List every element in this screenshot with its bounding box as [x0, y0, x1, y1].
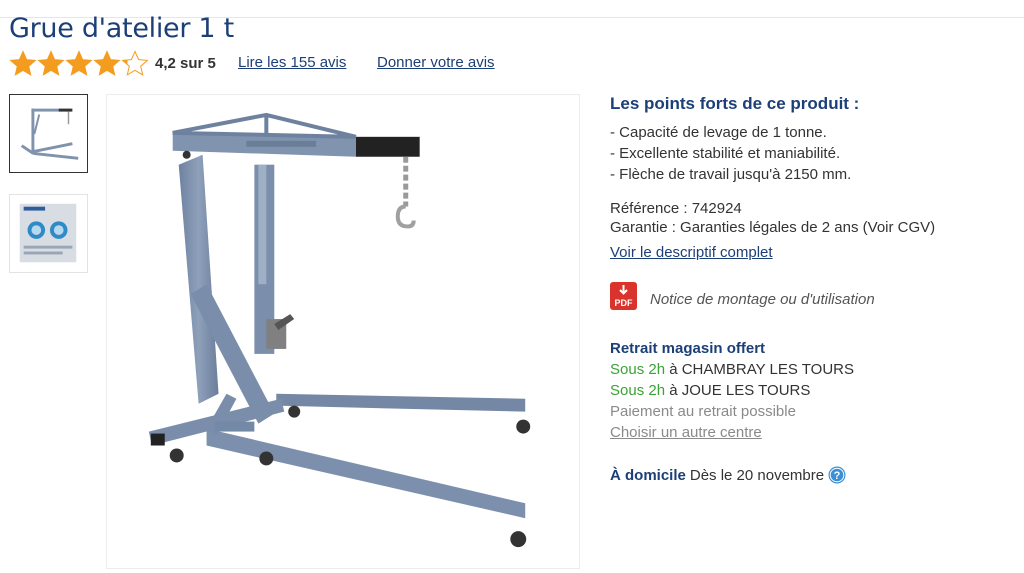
store-name: à CHAMBRAY LES TOURS — [669, 361, 855, 378]
workshop-crane-illustration — [148, 112, 531, 548]
product-warranty: Garantie : Garanties légales de 2 ans (V… — [610, 219, 936, 236]
star-icon — [65, 50, 93, 76]
star-icon — [9, 50, 37, 76]
payment-on-pickup: Paiement au retrait possible — [610, 403, 796, 420]
store-availability: Sous 2h à CHAMBRAY LES TOURS — [610, 361, 854, 378]
svg-text:?: ? — [834, 470, 841, 482]
choose-other-store-link[interactable]: Choisir un autre centre — [610, 424, 762, 441]
product-title: Grue d'atelier 1 t — [9, 13, 234, 44]
strength-item: - Capacité de levage de 1 tonne. — [610, 124, 827, 141]
full-description-link[interactable]: Voir le descriptif complet — [610, 244, 773, 261]
pdf-icon-label: PDF — [615, 298, 634, 308]
strengths-title: Les points forts de ce produit : — [610, 94, 860, 113]
strength-item: - Excellente stabilité et maniabilité. — [610, 145, 841, 162]
strength-item: - Flèche de travail jusqu'à 2150 mm. — [610, 166, 852, 183]
manual-thumbnail-image — [19, 203, 77, 263]
home-delivery-label: À domicile — [610, 466, 686, 484]
rating-summary: 4,2 sur 5 — [9, 50, 216, 76]
store-pickup-title: Retrait magasin offert — [610, 340, 766, 357]
rating-stars — [9, 50, 149, 76]
assembly-notice-link[interactable]: Notice de montage ou d'utilisation — [650, 291, 875, 308]
read-reviews-link[interactable]: Lire les 155 avis — [238, 54, 346, 71]
main-product-image[interactable] — [106, 94, 580, 569]
pickup-delay: Sous 2h — [610, 361, 666, 378]
thumbnail-crane[interactable] — [9, 94, 88, 173]
star-icon — [93, 50, 121, 76]
product-reference: Référence : 742924 — [610, 200, 742, 217]
help-icon[interactable]: ? — [828, 466, 846, 484]
home-delivery-date: Dès le 20 novembre — [689, 466, 825, 484]
thumbnail-manual[interactable] — [9, 194, 88, 273]
pdf-icon[interactable]: PDF — [610, 282, 637, 310]
store-name: à JOUE LES TOURS — [669, 382, 811, 399]
star-icon — [37, 50, 65, 76]
home-delivery: À domicile Dès le 20 novembre ? — [610, 466, 846, 484]
pickup-delay: Sous 2h — [610, 382, 666, 399]
star-icon — [121, 50, 149, 76]
store-availability: Sous 2h à JOUE LES TOURS — [610, 382, 810, 399]
give-review-link[interactable]: Donner votre avis — [377, 54, 495, 71]
crane-thumbnail-image — [20, 108, 79, 160]
rating-text: 4,2 sur 5 — [155, 54, 216, 72]
